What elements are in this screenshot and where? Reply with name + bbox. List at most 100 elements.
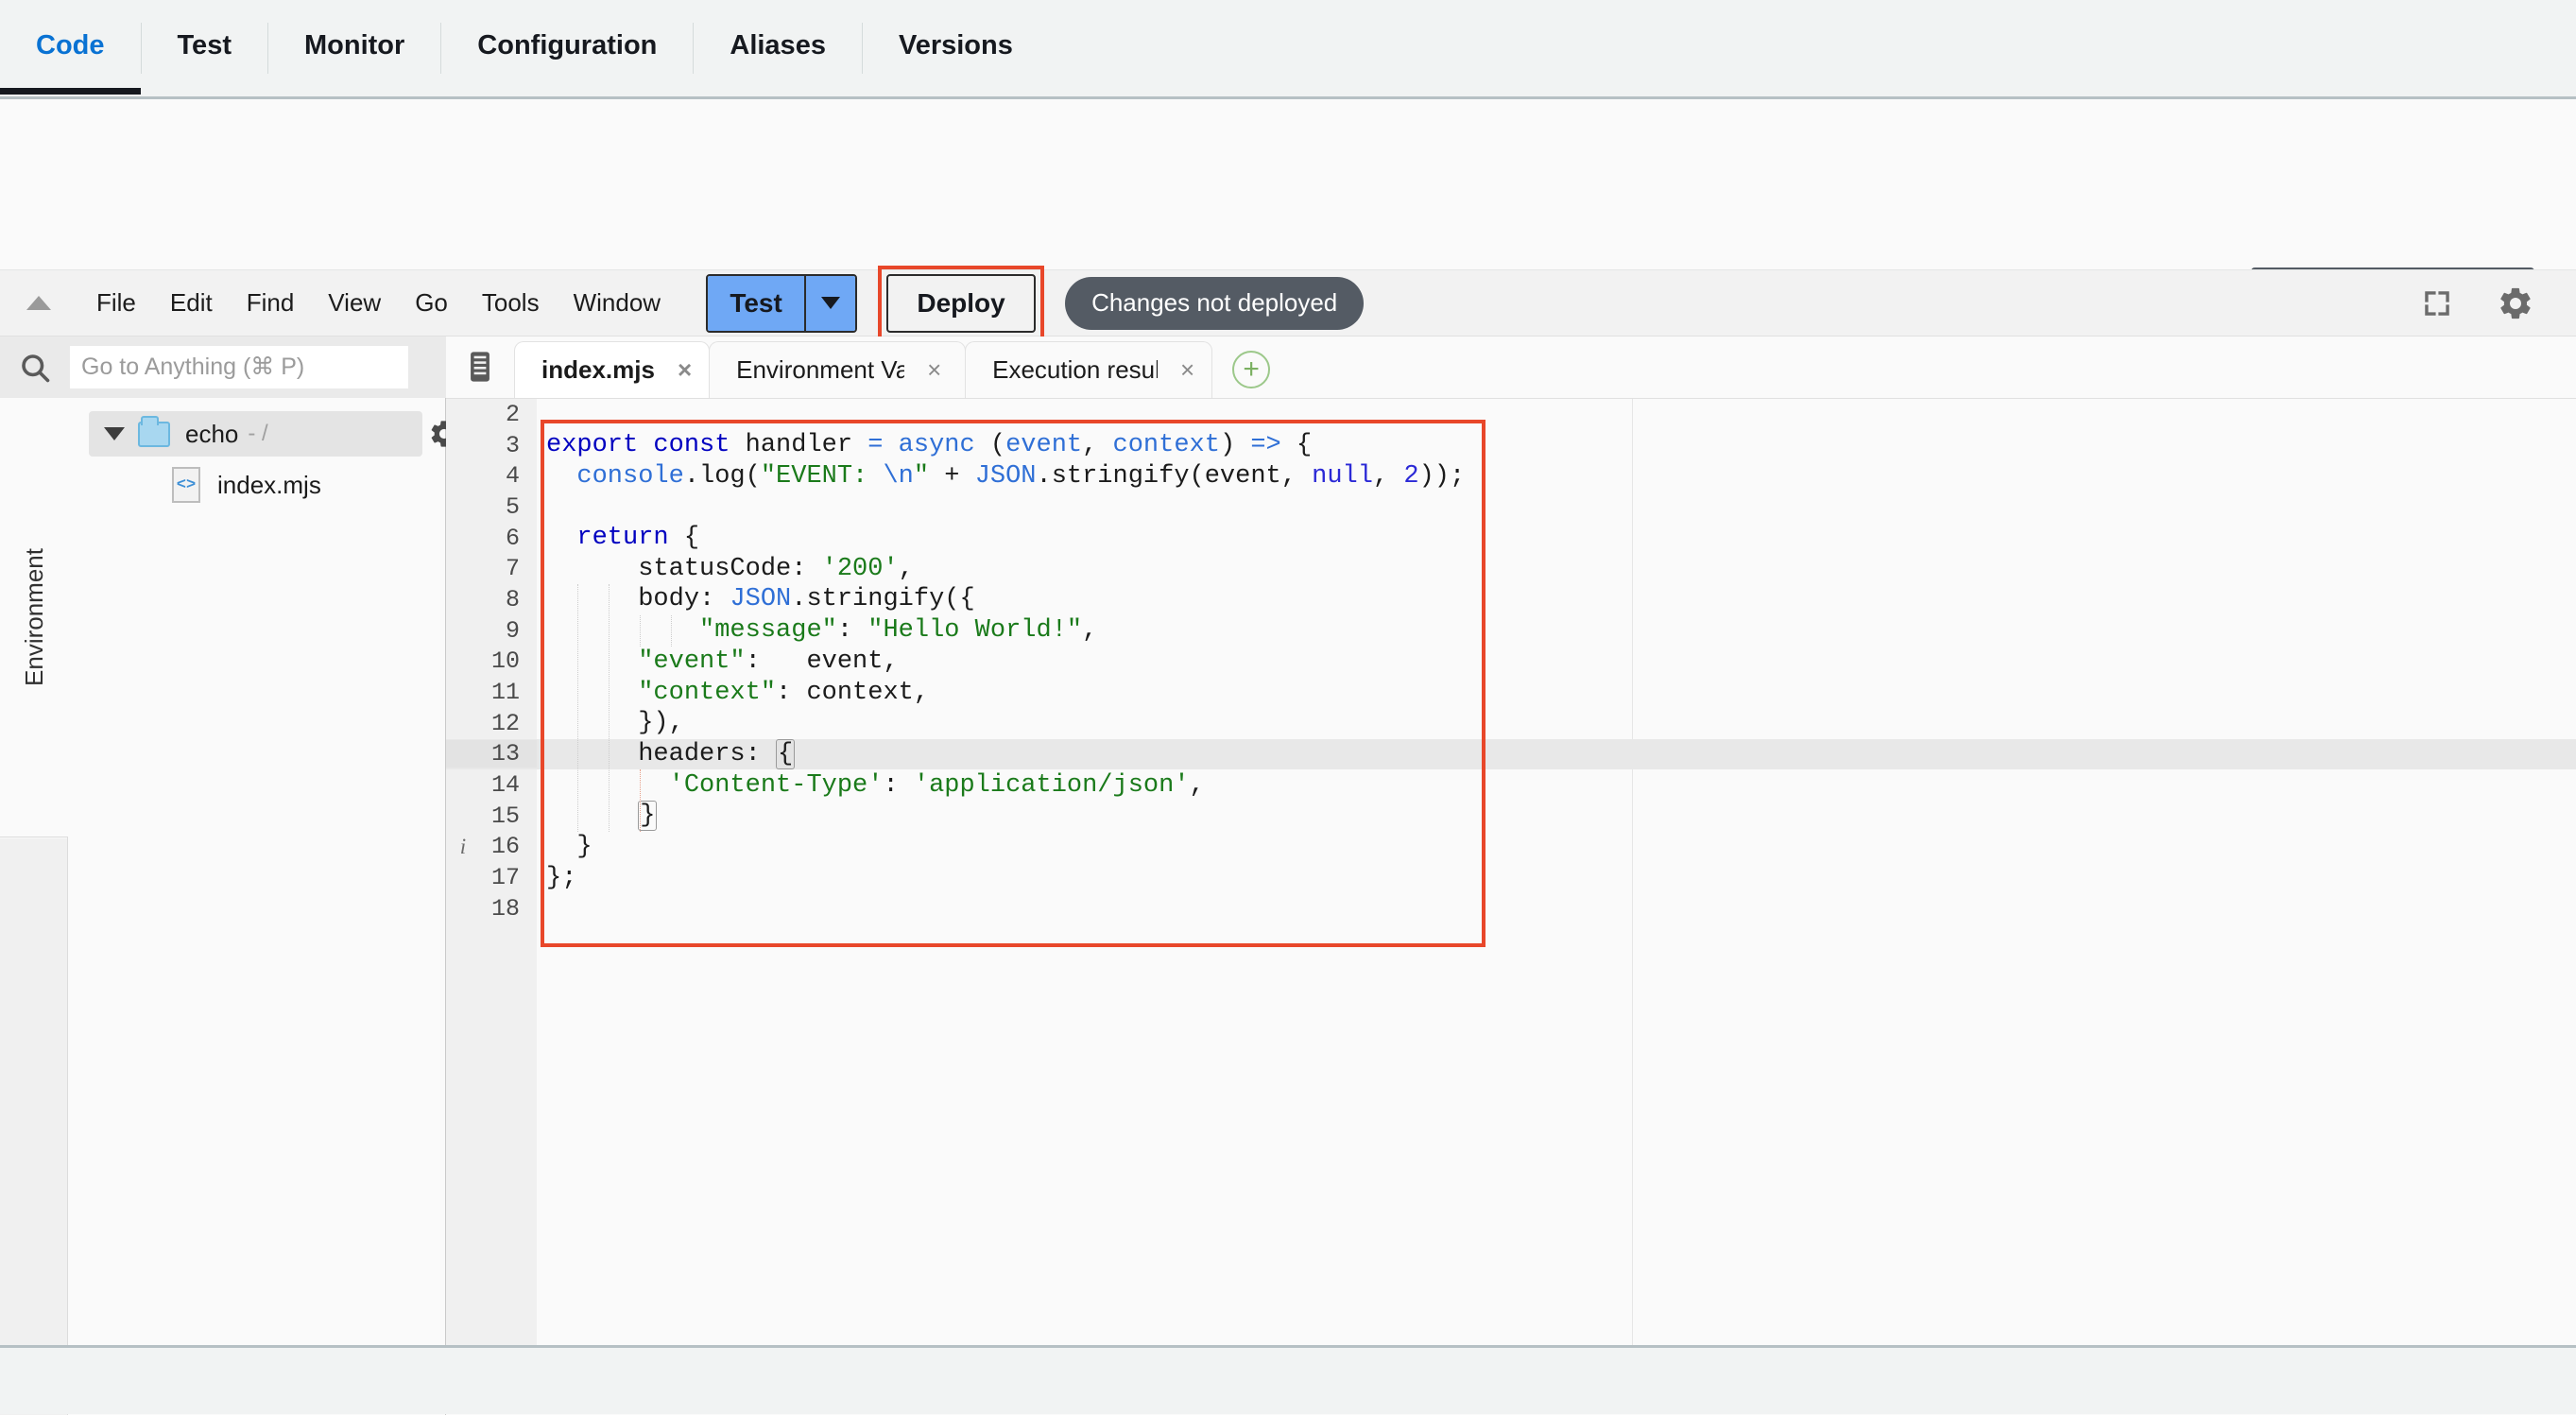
tab-monitor[interactable]: Monitor xyxy=(268,0,440,95)
code-line: 5 xyxy=(446,492,2576,523)
code-line: 2 xyxy=(446,399,2576,430)
chevron-down-icon xyxy=(821,297,840,309)
tab-monitor-label: Monitor xyxy=(304,30,404,60)
line-content: export const handler = async (event, con… xyxy=(537,431,1312,459)
line-number: 5 xyxy=(446,493,537,521)
test-button[interactable]: Test xyxy=(708,276,804,331)
search-icon[interactable] xyxy=(0,351,70,385)
chevron-down-icon[interactable] xyxy=(104,427,125,440)
tab-aliases[interactable]: Aliases xyxy=(694,0,862,95)
left-rail: Environment xyxy=(0,398,68,1415)
line-number: 2 xyxy=(446,401,537,428)
line-number: 15 xyxy=(446,802,537,830)
indent-guide xyxy=(640,769,641,832)
line-content: 'Content-Type': 'application/json', xyxy=(537,771,1205,800)
line-content: body: JSON.stringify({ xyxy=(537,585,975,613)
editor-tab-label: Environment Variables xyxy=(736,355,904,385)
menubar-right-actions xyxy=(2421,285,2576,322)
line-number: 14 xyxy=(446,771,537,799)
menu-find[interactable]: Find xyxy=(230,283,312,323)
editor-tab-execution-results[interactable]: Execution results × xyxy=(965,341,1212,398)
tab-versions[interactable]: Versions xyxy=(863,0,1049,95)
line-number: 12 xyxy=(446,710,537,737)
ide-menubar: File Edit Find View Go Tools Window Test… xyxy=(0,270,2576,336)
code-line: 14 'Content-Type': 'application/json', xyxy=(446,769,2576,801)
line-content: } xyxy=(537,833,592,861)
code-line-active: 13 headers: { xyxy=(446,739,2576,770)
line-number: 11 xyxy=(446,679,537,706)
line-number: 6 xyxy=(446,525,537,552)
rail-filler xyxy=(0,838,67,1415)
sidebar-item-environment[interactable]: Environment xyxy=(0,398,68,837)
line-number: 3 xyxy=(446,432,537,459)
code-line: i 16 } xyxy=(446,832,2576,863)
line-content: headers: { xyxy=(537,739,795,769)
menu-window[interactable]: Window xyxy=(557,283,678,323)
indent-guide xyxy=(640,615,641,647)
indent-guide xyxy=(577,584,578,832)
code-line: 18 xyxy=(446,893,2576,924)
status-badge: Changes not deployed xyxy=(1065,277,1364,330)
line-number: 10 xyxy=(446,647,537,675)
tab-test-label: Test xyxy=(178,30,232,60)
code-line: 9 "message": "Hello World!", xyxy=(446,615,2576,647)
editor-tab-index-mjs[interactable]: index.mjs × xyxy=(514,341,710,398)
code-line: 12 }), xyxy=(446,708,2576,739)
code-line: 11 "context": context, xyxy=(446,677,2576,708)
code-line: 7 statusCode: '200', xyxy=(446,553,2576,584)
folder-icon xyxy=(138,422,170,447)
indent-guide xyxy=(609,584,610,832)
tab-active-underline xyxy=(0,88,141,95)
editor-tabstrip: index.mjs × Environment Variables × Exec… xyxy=(446,336,2576,399)
line-number: 17 xyxy=(446,864,537,891)
fullscreen-icon[interactable] xyxy=(2421,287,2453,319)
folder-name-label: echo xyxy=(185,420,238,449)
editor-area: index.mjs × Environment Variables × Exec… xyxy=(446,336,2576,1415)
tree-item-file-index-mjs[interactable]: <> index.mjs xyxy=(68,462,445,508)
file-tree-panel: echo - / <> index.mjs xyxy=(68,398,446,1415)
environment-rail-label: Environment xyxy=(20,548,49,686)
close-icon[interactable]: × xyxy=(927,355,941,385)
menu-tools[interactable]: Tools xyxy=(465,283,557,323)
info-annotation-icon[interactable]: i xyxy=(452,835,474,859)
search-input[interactable] xyxy=(70,346,408,388)
tab-configuration[interactable]: Configuration xyxy=(441,0,693,95)
gear-icon[interactable] xyxy=(2497,285,2534,322)
menu-view[interactable]: View xyxy=(311,283,398,323)
code-line: 4 console.log("EVENT: \n" + JSON.stringi… xyxy=(446,460,2576,492)
close-icon[interactable]: × xyxy=(1180,355,1194,385)
menu-file[interactable]: File xyxy=(79,283,153,323)
code-line: 10 "event": event, xyxy=(446,647,2576,678)
deploy-button[interactable]: Deploy xyxy=(886,274,1036,333)
menu-go[interactable]: Go xyxy=(398,283,465,323)
tab-code[interactable]: Code xyxy=(0,0,141,95)
line-number: 7 xyxy=(446,555,537,582)
indent-guide xyxy=(671,615,672,647)
menu-edit[interactable]: Edit xyxy=(153,283,230,323)
code-source-header: Code source Info Upload from xyxy=(0,99,2576,269)
text-cursor: { xyxy=(776,739,795,769)
cloud9-ide: File Edit Find View Go Tools Window Test… xyxy=(0,269,2576,1414)
editor-tab-label: Execution results xyxy=(992,355,1158,385)
tree-item-folder-echo[interactable]: echo - / xyxy=(89,411,422,457)
line-content: "event": event, xyxy=(537,647,899,676)
tab-configuration-label: Configuration xyxy=(477,30,657,60)
close-icon[interactable]: × xyxy=(678,355,692,385)
tab-list-icon[interactable] xyxy=(446,336,514,398)
line-content: console.log("EVENT: \n" + JSON.stringify… xyxy=(537,462,1465,491)
editor-tab-label: index.mjs xyxy=(541,355,655,385)
test-dropdown-button[interactable] xyxy=(804,276,855,331)
test-button-group: Test xyxy=(706,274,857,333)
code-lines: 2 3 export const handler = async (event,… xyxy=(446,399,2576,924)
line-number: 13 xyxy=(446,740,537,768)
tab-test[interactable]: Test xyxy=(142,0,267,95)
editor-tab-environment-variables[interactable]: Environment Variables × xyxy=(709,341,966,398)
new-tab-button[interactable]: + xyxy=(1232,351,1270,388)
code-line: 17 }; xyxy=(446,862,2576,893)
collapse-triangle-icon[interactable] xyxy=(26,296,51,310)
line-content: return { xyxy=(537,524,699,552)
code-line: 6 return { xyxy=(446,523,2576,554)
line-content: "context": context, xyxy=(537,679,929,707)
file-name-label: index.mjs xyxy=(217,471,321,500)
code-editor[interactable]: 2 3 export const handler = async (event,… xyxy=(446,399,2576,1349)
